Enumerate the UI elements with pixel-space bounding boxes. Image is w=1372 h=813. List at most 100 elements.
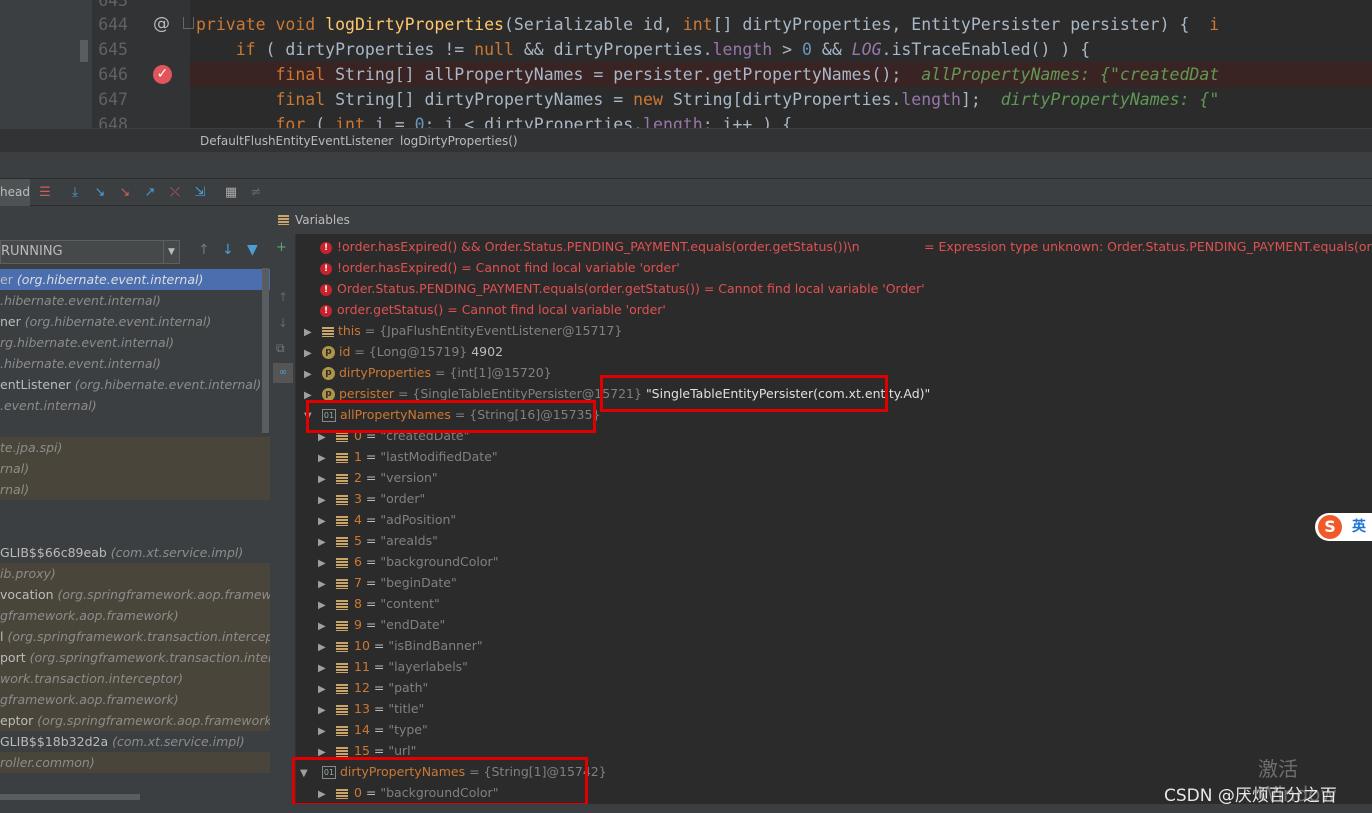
var-name: dirtyProperties [338,365,431,380]
stack-frame[interactable]: te.jpa.spi) [0,437,270,458]
variables-tree[interactable]: ! !order.hasExpired() && Order.Status.PEN… [296,234,1372,804]
expand-icon: ▶ [318,684,326,695]
frame-down-icon[interactable]: ↓ [222,242,234,258]
array-item[interactable]: ▶ 3 = "order" [318,488,425,509]
filter-icon[interactable]: ▼ [247,242,258,258]
ime-indicator[interactable]: S 英 [1315,513,1372,541]
step-out-icon[interactable]: ↗ [141,184,159,202]
array-item[interactable]: ▶ 6 = "backgroundColor" [318,551,498,572]
frame-package: (org.springframework.transaction.interce… [7,629,270,644]
evaluate-expression-icon[interactable]: ▦ [222,184,240,202]
code-line[interactable]: 647 final String[] dirtyPropertyNames = … [0,87,1372,112]
stack-frame[interactable]: .hibernate.event.internal) [0,290,270,311]
code-editor[interactable]: 643 644 private void logDirtyProperties(Se… [0,0,1372,128]
watch-row[interactable]: ! !order.hasExpired() && Order.Status.PEN… [320,236,1372,257]
frame-package: (org.springframework.aop.framework [57,587,271,602]
show-watches-icon[interactable]: ∞ [273,363,293,383]
field-icon [321,326,334,337]
watch-row[interactable]: ! Order.Status.PENDING_PAYMENT.equals(ord… [320,278,925,299]
stack-frame[interactable]: rnal) [0,458,270,479]
move-up-icon[interactable]: ↑ [278,290,288,304]
array-item[interactable]: ▶ 4 = "adPosition" [318,509,456,530]
tab-thread[interactable]: head [0,179,30,206]
debug-toolbar: head ☰ ⤓ ↘ ↘ ↗ ⤬ ⇲ ▦ ≠ [0,178,1372,206]
run-to-cursor-icon[interactable]: ⇲ [191,184,209,202]
var-this[interactable]: ▶ this = {JpaFlushEntityEventListener@15… [304,320,622,341]
frame-method: eptor [0,713,38,728]
var-extra: 4902 [471,344,504,359]
frame-package: (com.xt.service.impl) [110,545,244,560]
stack-frame[interactable]: rnal) [0,479,270,500]
array-item[interactable]: ▶ 14 = "type" [318,719,428,740]
stack-frame[interactable]: GLIB$$66c89eab (com.xt.service.impl) [0,542,270,563]
error-icon: ! [320,304,332,317]
field-icon [336,494,348,505]
stack-frame[interactable] [0,416,270,437]
new-watch-icon[interactable]: + [276,240,287,255]
step-over-icon[interactable]: ⤓ [66,184,84,202]
var-dirtyProperties[interactable]: ▶ p dirtyProperties = {int[1]@15720} [304,362,552,383]
item-value: "url" [388,743,417,758]
breadcrumb-class[interactable]: DefaultFlushEntityEventListener [200,129,393,153]
move-down-icon[interactable]: ↓ [278,316,288,330]
stack-frame[interactable]: entListener (org.hibernate.event.interna… [0,374,270,395]
frame-up-icon[interactable]: ↑ [198,242,210,258]
code-line[interactable]: 648 for ( int i = 0; i < dirtyProperties… [0,112,1372,128]
array-item[interactable]: ▶ 2 = "version" [318,467,438,488]
frame-method: port [0,650,30,665]
frames-hscrollbar[interactable] [0,794,140,800]
array-item[interactable]: ▶ 13 = "title" [318,698,424,719]
array-item[interactable]: ▶ 10 = "isBindBanner" [318,635,483,656]
thread-selector[interactable]: RUNNING ▼ [0,240,180,264]
stack-frame[interactable]: port (org.springframework.transaction.in… [0,647,270,668]
breadcrumb-method[interactable]: logDirtyProperties() [400,129,518,153]
stack-frame[interactable]: work.transaction.interceptor) [0,668,270,689]
stack-frame[interactable]: rg.hibernate.event.internal) [0,332,270,353]
code-line[interactable]: 644 private void logDirtyProperties(Seria… [0,12,1372,37]
chevron-down-icon[interactable]: ▼ [163,241,179,263]
stack-frame[interactable]: roller.common) [0,752,270,773]
frame-package: (org.hibernate.event.internal) [16,272,204,287]
stack-frame[interactable]: .hibernate.event.internal) [0,353,270,374]
item-index: 13 [354,701,370,716]
stack-frame[interactable]: ner (org.hibernate.event.internal) [0,311,270,332]
show-execution-point-icon[interactable]: ☰ [36,184,54,202]
var-id[interactable]: ▶ p id = {Long@15719} 4902 [304,341,503,362]
stack-frame[interactable]: eptor (org.springframework.aop.framework… [0,710,270,731]
stack-frame[interactable]: GLIB$$18b32d2a (com.xt.service.impl) [0,731,270,752]
fold-icon[interactable] [183,17,194,29]
array-item[interactable]: ▶ 5 = "areaIds" [318,530,438,551]
array-item[interactable]: ▶ 8 = "content" [318,593,440,614]
watch-row[interactable]: ! !order.hasExpired() = Cannot find local… [320,257,680,278]
param-icon: p [321,346,335,359]
array-item[interactable]: ▶ 11 = "layerlabels" [318,656,468,677]
stack-frame[interactable]: .event.internal) [0,395,270,416]
force-step-into-icon[interactable]: ↘ [116,184,134,202]
breakpoint-check-icon[interactable]: ✓ [153,65,172,84]
stack-frame[interactable]: er (org.hibernate.event.internal) [0,269,270,290]
array-item[interactable]: ▶ 12 = "path" [318,677,428,698]
array-item[interactable]: ▶ 9 = "endDate" [318,614,445,635]
code-line[interactable]: 646 final String[] allPropertyNames = pe… [98,62,1372,87]
stack-frame[interactable]: l (org.springframework.transaction.inter… [0,626,270,647]
stack-frame[interactable] [0,521,270,542]
watch-row[interactable]: ! order.getStatus() = Cannot find local v… [320,299,666,320]
code-line[interactable]: 645 if ( dirtyProperties != null && dirt… [0,37,1372,62]
frames-scrollbar[interactable] [262,268,269,433]
frame-method: GLIB$$18b32d2a [0,734,113,749]
array-item[interactable]: ▶ 1 = "lastModifiedDate" [318,446,498,467]
drop-frame-icon[interactable]: ⤬ [166,184,184,202]
stack-frame[interactable]: vocation (org.springframework.aop.framew… [0,584,270,605]
array-item[interactable]: ▶ 7 = "beginDate" [318,572,457,593]
override-at-icon[interactable]: @ [153,14,170,34]
stack-frame[interactable]: gframework.aop.framework) [0,605,270,626]
stack-frame[interactable]: ib.proxy) [0,563,270,584]
trace-stream-icon[interactable]: ≠ [247,184,265,202]
watch-result: = Cannot find local variable 'order' [443,302,666,317]
frame-package: rg.hibernate.event.internal) [0,335,174,350]
step-into-icon[interactable]: ↘ [91,184,109,202]
stack-frame[interactable]: gframework.aop.framework) [0,689,270,710]
stack-frame[interactable] [0,500,270,521]
copy-icon[interactable]: ⧉ [276,341,285,356]
variables-icon [278,215,289,225]
